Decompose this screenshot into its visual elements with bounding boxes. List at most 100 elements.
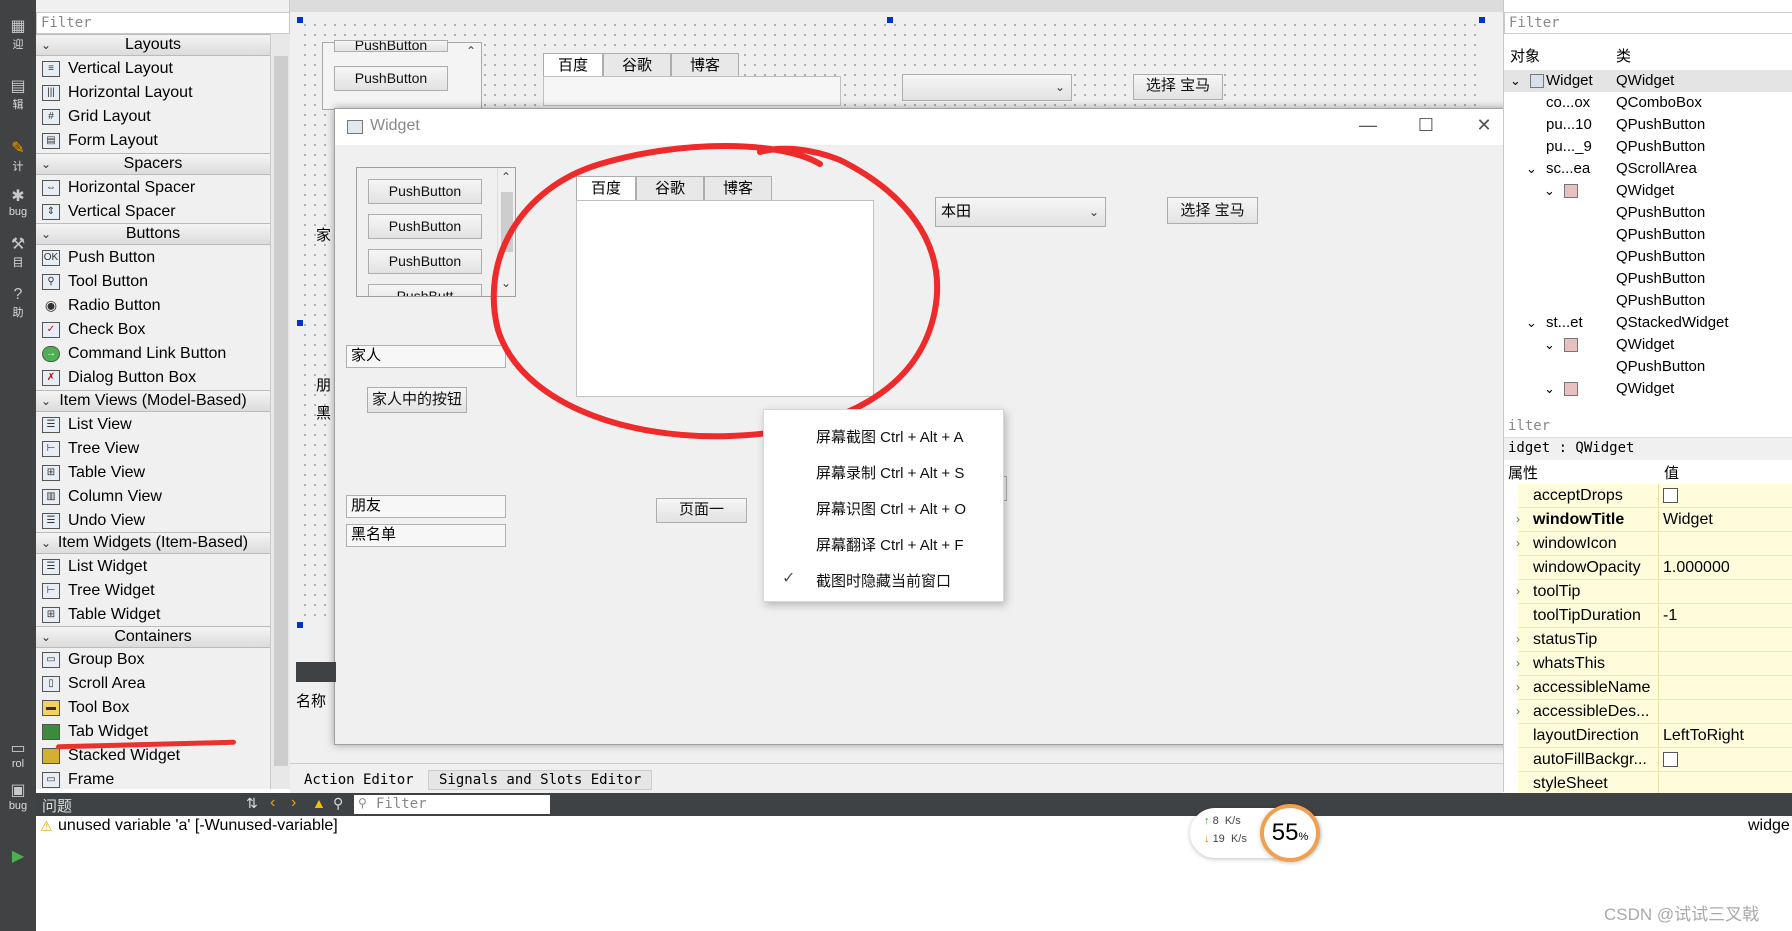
maximize-button[interactable]: ☐	[1411, 115, 1441, 136]
property-value[interactable]: Widget	[1658, 508, 1713, 531]
property-value[interactable]	[1658, 676, 1663, 699]
net-speed-widget[interactable]: ↑ 8 K/s ↓ 19 K/s 55%	[1190, 804, 1320, 862]
selection-handle[interactable]	[297, 17, 303, 23]
issues-filter-input[interactable]: Filter	[354, 795, 550, 814]
checkbox[interactable]	[1663, 752, 1678, 768]
mode-button-2[interactable]: ✎ 计	[0, 140, 36, 174]
item-command-link-button[interactable]: → Command Link Button	[38, 342, 270, 366]
item-form-layout[interactable]: ▤ Form Layout	[38, 129, 270, 153]
item-vertical-layout[interactable]: ≡ Vertical Layout	[38, 57, 270, 81]
item-radio-button[interactable]: ◉ Radio Button	[38, 294, 270, 318]
selection-handle[interactable]	[1479, 17, 1485, 23]
widget-box-filter-input[interactable]: Filter	[36, 12, 290, 34]
object-tree-row[interactable]: ⌄ Widget QWidget	[1504, 70, 1792, 92]
item-horizontal-layout[interactable]: ||| Horizontal Layout	[38, 81, 270, 105]
item-push-button[interactable]: OK Push Button	[38, 246, 270, 270]
designer-tab-baidu[interactable]: 百度	[543, 53, 603, 78]
item-grid-layout[interactable]: # Grid Layout	[38, 105, 270, 129]
scrollbar-thumb[interactable]	[274, 56, 288, 766]
property-row[interactable]: › statusTip	[1516, 628, 1792, 652]
property-row[interactable]: › windowIcon	[1516, 532, 1792, 556]
property-value[interactable]	[1658, 532, 1663, 555]
selection-handle[interactable]	[887, 17, 893, 23]
object-tree-row[interactable]: QPushButton	[1504, 246, 1792, 268]
item-tree-widget[interactable]: ⊢ Tree Widget	[38, 579, 270, 603]
selection-handle[interactable]	[297, 622, 303, 628]
object-tree-row[interactable]: ⌄ QWidget	[1504, 378, 1792, 400]
item-column-view[interactable]: ▥ Column View	[38, 485, 270, 509]
widget-box-scrollbar[interactable]	[270, 34, 290, 789]
menu-item-hide-window[interactable]: 截图时隐藏当前窗口	[816, 570, 951, 591]
item-list-view[interactable]: ☰ List View	[38, 413, 270, 437]
chevron-right-icon[interactable]: ›	[1516, 700, 1520, 723]
selection-handle[interactable]	[297, 320, 303, 326]
chevron-right-icon[interactable]: ›	[1516, 652, 1520, 675]
property-value[interactable]	[1658, 628, 1663, 651]
designer-select-button[interactable]: 选择 宝马	[1133, 74, 1223, 100]
mode-button-7[interactable]: ▣ bug	[0, 782, 36, 812]
property-row[interactable]: toolTipDuration -1	[1518, 604, 1792, 628]
mode-button-3[interactable]: ✱ bug	[0, 188, 36, 218]
item-tool-button[interactable]: ⚲ Tool Button	[38, 270, 270, 294]
property-row[interactable]: › toolTip	[1516, 580, 1792, 604]
object-tree-row[interactable]: ⌄ QWidget	[1504, 334, 1792, 356]
mode-button-0[interactable]: ▦ 迎	[0, 18, 36, 52]
property-row[interactable]: › windowTitle Widget	[1516, 508, 1792, 532]
menu-item-screenshot[interactable]: 屏幕截图 Ctrl + Alt + A	[816, 426, 964, 447]
mode-button-4[interactable]: ⚒ 目	[0, 236, 36, 270]
property-row[interactable]: layoutDirection LeftToRight	[1518, 724, 1792, 748]
item-list-widget[interactable]: ☰ List Widget	[38, 555, 270, 579]
item-frame[interactable]: ▭ Frame	[38, 768, 270, 789]
scroll-pushbutton-3[interactable]: PushButton	[368, 249, 482, 274]
scroll-pushbutton-1[interactable]: PushButton	[368, 179, 482, 204]
category-layouts[interactable]: ⌄ Layouts	[36, 34, 270, 56]
property-filter-input[interactable]: ilter	[1504, 416, 1792, 438]
item-horizontal-spacer[interactable]: ⇔ Horizontal Spacer	[38, 176, 270, 200]
tab-signals-slots-editor[interactable]: Signals and Slots Editor	[428, 770, 652, 790]
object-tree-row[interactable]: QPushButton	[1504, 202, 1792, 224]
category-containers[interactable]: ⌄ Containers	[36, 626, 270, 648]
menu-item-record[interactable]: 屏幕录制 Ctrl + Alt + S	[816, 462, 964, 483]
brand-combo-box[interactable]: 本田 ⌄	[935, 197, 1106, 227]
object-tree-row[interactable]: pu..._9 QPushButton	[1504, 136, 1792, 158]
chevron-right-icon[interactable]: ›	[1516, 628, 1520, 651]
chevron-left-icon[interactable]: ‹	[270, 794, 275, 812]
minimize-button[interactable]: —	[1353, 115, 1383, 136]
chevron-down-icon[interactable]: ⌄	[1510, 70, 1521, 92]
checkbox[interactable]	[1663, 488, 1678, 504]
designer-tab-blog[interactable]: 博客	[671, 53, 739, 77]
item-table-view[interactable]: ⊞ Table View	[38, 461, 270, 485]
tab-action-editor[interactable]: Action Editor	[304, 772, 414, 788]
property-value[interactable]	[1658, 580, 1663, 603]
category-item-views[interactable]: ⌄ Item Views (Model-Based)	[36, 390, 270, 412]
designer-tab-google[interactable]: 谷歌	[603, 53, 671, 77]
warning-filter-icon[interactable]: ▲	[312, 795, 326, 811]
scroll-pushbutton-2[interactable]: PushButton	[368, 214, 482, 239]
item-group-box[interactable]: ▭ Group Box	[38, 648, 270, 672]
designer-pushbutton-top[interactable]: PushButton	[334, 40, 448, 52]
object-tree-row[interactable]: co...ox QComboBox	[1504, 92, 1792, 114]
category-buttons[interactable]: ⌄ Buttons	[36, 223, 270, 245]
chevron-right-icon[interactable]: ›	[291, 794, 296, 812]
run-icon[interactable]: ▶	[0, 846, 36, 866]
object-tree-row[interactable]: QPushButton	[1504, 356, 1792, 378]
close-button[interactable]: ✕	[1469, 115, 1499, 136]
sort-icon[interactable]: ⇅	[246, 795, 258, 812]
item-table-widget[interactable]: ⊞ Table Widget	[38, 603, 270, 627]
property-value[interactable]	[1658, 700, 1663, 723]
scroll-pushbutton-4[interactable]: PushButt	[368, 284, 482, 296]
issue-row[interactable]: unused variable 'a' [-Wunused-variable]	[58, 817, 338, 835]
mode-button-1[interactable]: ▤ 辑	[0, 78, 36, 112]
property-value[interactable]	[1658, 484, 1678, 507]
item-undo-view[interactable]: ☰ Undo View	[38, 509, 270, 533]
chevron-right-icon[interactable]: ›	[1516, 508, 1520, 531]
object-tree-row[interactable]: QPushButton	[1504, 224, 1792, 246]
item-scroll-area[interactable]: ▯ Scroll Area	[38, 672, 270, 696]
object-tree-row[interactable]: ⌄ QWidget	[1504, 180, 1792, 202]
property-row[interactable]: autoFillBackgr...	[1518, 748, 1792, 772]
category-spacers[interactable]: ⌄ Spacers	[36, 153, 270, 175]
item-dialog-button-box[interactable]: ✗ Dialog Button Box	[38, 366, 270, 390]
item-tool-box[interactable]: ▬ Tool Box	[38, 696, 270, 720]
chevron-down-icon[interactable]: ⌄	[1526, 158, 1537, 180]
property-row[interactable]: windowOpacity 1.000000	[1518, 556, 1792, 580]
